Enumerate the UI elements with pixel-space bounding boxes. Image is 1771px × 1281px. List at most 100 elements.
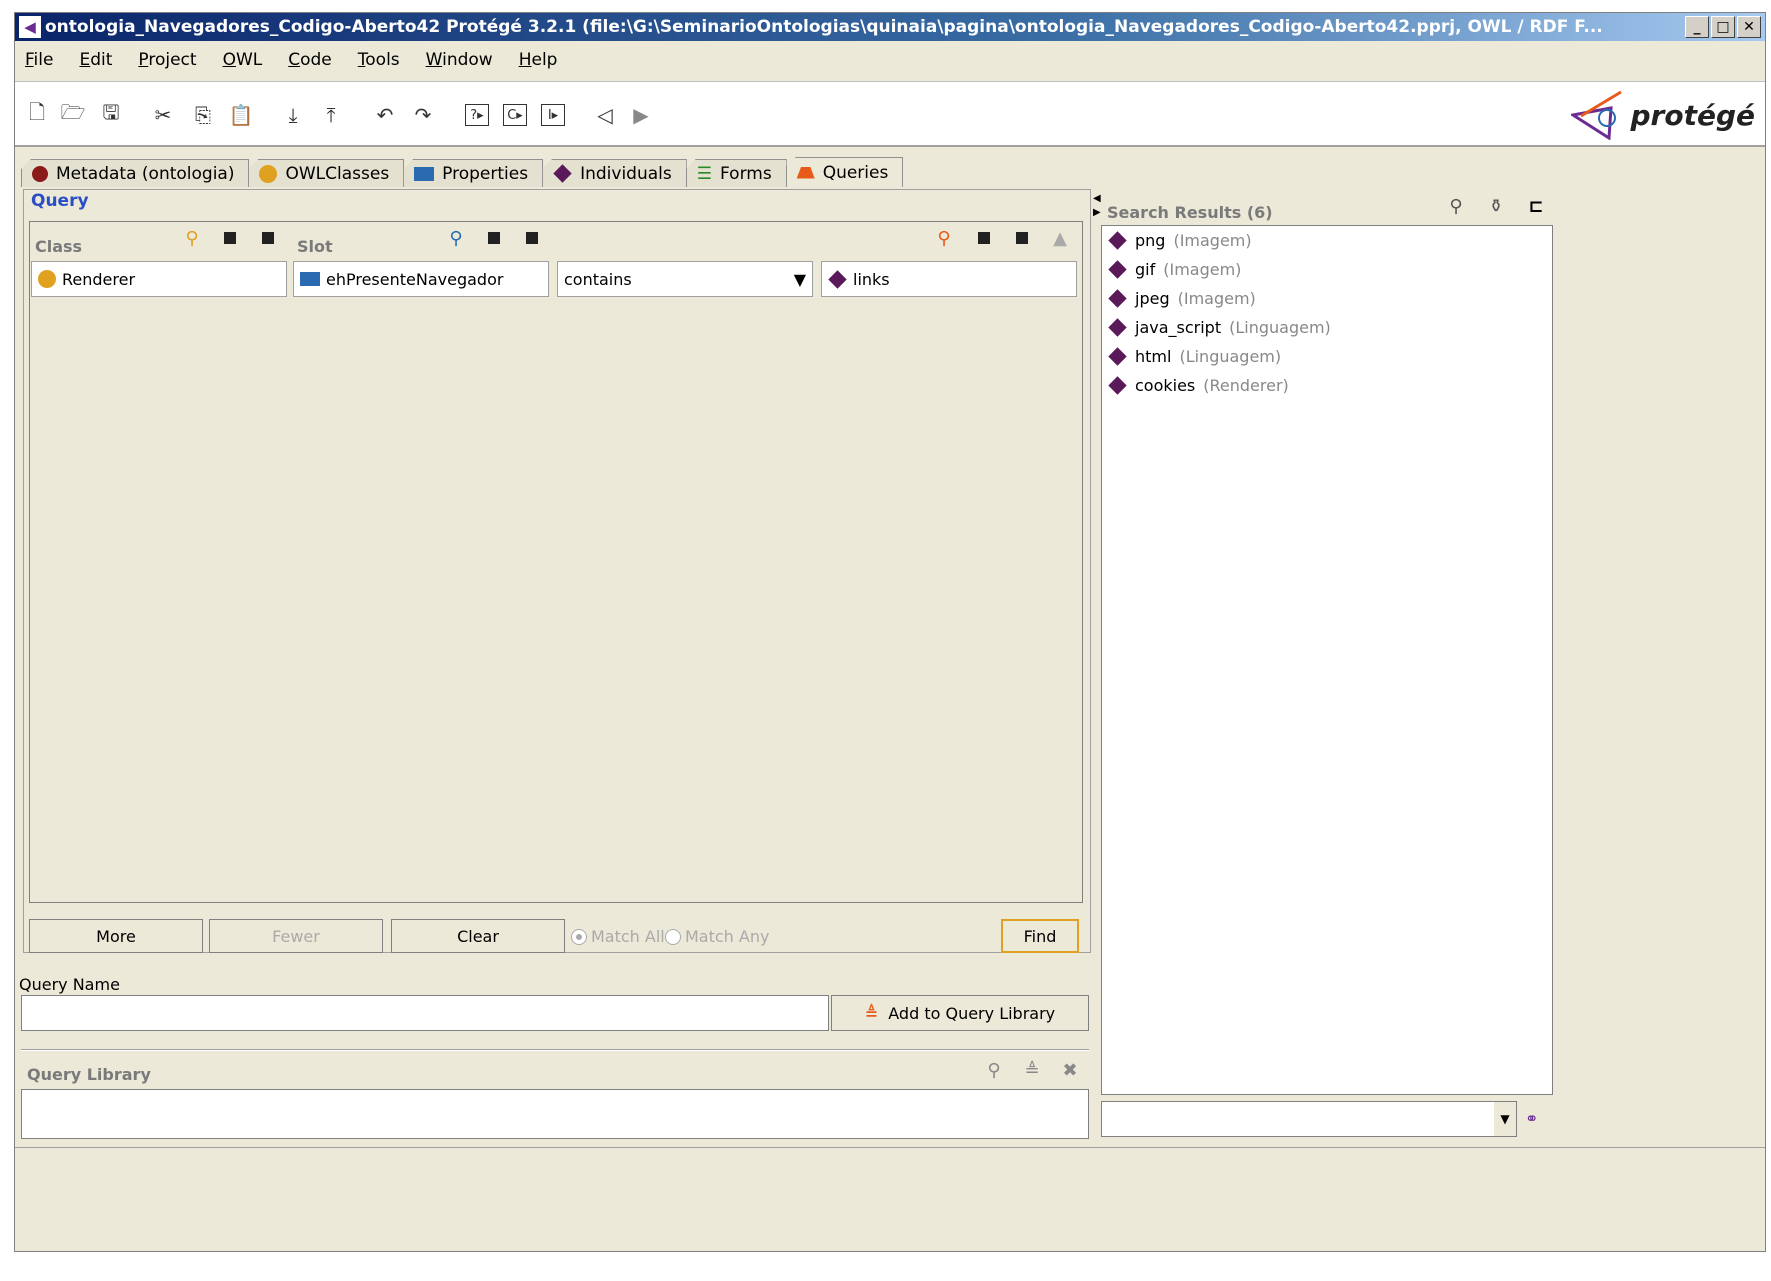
delete-query-icon[interactable]: ✖: [1059, 1059, 1081, 1081]
add-value-icon[interactable]: [973, 227, 995, 249]
query-mode-icon[interactable]: ?▸: [465, 104, 489, 126]
toolbar: 🗋 🗁 🖫 ✂ ⎘ 📋 ⤓ ⤒ ↶ ↷ ?▸ C▸ I▸ ◁ ▶ protégé: [15, 81, 1765, 147]
add-to-query-library-button[interactable]: ≜ Add to Query Library: [831, 995, 1089, 1031]
export-icon[interactable]: ⤒: [319, 102, 343, 128]
window-title: ontologia_Navegadores_Codigo-Aberto42 Pr…: [45, 17, 1603, 37]
class-field[interactable]: Renderer: [31, 261, 287, 297]
match-any-label: Match Any: [685, 927, 770, 946]
remove-slot-icon[interactable]: [521, 227, 543, 249]
tab-label: Individuals: [580, 163, 672, 184]
tab-label: Metadata (ontologia): [56, 163, 235, 184]
remove-class-icon[interactable]: [257, 227, 279, 249]
view-results-icon[interactable]: ⊏: [1525, 195, 1547, 217]
class-icon: [38, 270, 56, 288]
find-class-icon[interactable]: ⚲: [181, 227, 203, 249]
menu-help[interactable]: Help: [519, 50, 558, 70]
cut-icon[interactable]: ✂: [151, 102, 175, 128]
tab-queries[interactable]: Queries: [785, 157, 904, 187]
expand-arrow-icon[interactable]: ▶: [1093, 207, 1101, 218]
individual-icon: [828, 269, 847, 289]
redo-icon[interactable]: ↷: [411, 102, 435, 128]
list-item[interactable]: cookies (Renderer): [1102, 371, 1552, 400]
protege-app-icon: ◀: [19, 16, 41, 38]
class-mode-icon[interactable]: C▸: [503, 104, 527, 126]
match-all-label: Match All: [591, 927, 665, 946]
import-icon[interactable]: ⤓: [281, 102, 305, 128]
list-item[interactable]: png (Imagem): [1102, 226, 1552, 255]
maximize-button[interactable]: □: [1711, 16, 1735, 38]
match-all-radio[interactable]: Match All: [571, 927, 665, 946]
find-result-icon[interactable]: ⚲: [1445, 195, 1467, 217]
query-library-list[interactable]: [21, 1089, 1089, 1139]
individual-icon: [1108, 347, 1127, 366]
item-name: jpeg: [1135, 289, 1170, 308]
fewer-button[interactable]: Fewer: [209, 919, 383, 953]
tab-individuals[interactable]: Individuals: [542, 159, 687, 187]
find-slot-icon[interactable]: ⚲: [445, 227, 467, 249]
menu-project[interactable]: Project: [138, 50, 196, 70]
paste-icon[interactable]: 📋: [229, 102, 254, 128]
list-item[interactable]: jpeg (Imagem): [1102, 284, 1552, 313]
clear-value-icon[interactable]: ▲: [1049, 227, 1071, 249]
forward-arrow-icon[interactable]: ▶: [629, 102, 653, 128]
tab-label: Queries: [822, 162, 889, 183]
individual-icon: [1108, 231, 1127, 250]
search-combo[interactable]: ▼: [1101, 1101, 1517, 1137]
menu-code[interactable]: Code: [288, 50, 332, 70]
list-item[interactable]: gif (Imagem): [1102, 255, 1552, 284]
filter-results-icon[interactable]: ⚱: [1485, 195, 1507, 217]
value-field[interactable]: links: [821, 261, 1077, 297]
instance-mode-icon[interactable]: I▸: [541, 104, 565, 126]
protege-logo: protégé: [1570, 90, 1755, 140]
tab-label: Forms: [720, 163, 772, 184]
add-slot-icon[interactable]: [483, 227, 505, 249]
menu-window[interactable]: Window: [426, 50, 493, 70]
item-type: (Linguagem): [1179, 347, 1282, 366]
list-item[interactable]: html (Linguagem): [1102, 342, 1552, 371]
open-folder-icon[interactable]: 🗁: [61, 100, 86, 128]
tab-owlclasses[interactable]: OWLClasses: [248, 159, 405, 187]
operator-select[interactable]: contains ▼: [557, 261, 813, 297]
clear-button[interactable]: Clear: [391, 919, 565, 953]
green-form-icon: ☰: [696, 163, 712, 184]
back-arrow-icon[interactable]: ◁: [593, 102, 617, 128]
remove-value-icon[interactable]: [1011, 227, 1033, 249]
collapse-arrow-icon[interactable]: ◀: [1093, 193, 1101, 204]
find-button[interactable]: Find: [1001, 919, 1079, 953]
menu-tools[interactable]: Tools: [358, 50, 400, 70]
item-name: png: [1135, 231, 1166, 250]
find-value-icon[interactable]: ⚲: [933, 227, 955, 249]
query-name-input[interactable]: [21, 995, 829, 1031]
match-any-radio[interactable]: Match Any: [665, 927, 769, 946]
more-button[interactable]: More: [29, 919, 203, 953]
minimize-button[interactable]: _: [1685, 16, 1709, 38]
chevron-down-icon[interactable]: ▼: [1494, 1102, 1516, 1136]
retrieve-query-icon[interactable]: ≜: [1021, 1059, 1043, 1081]
query-library-label: Query Library: [27, 1065, 151, 1084]
new-file-icon[interactable]: 🗋: [25, 100, 49, 128]
slot-value: ehPresenteNavegador: [326, 269, 504, 289]
tab-forms[interactable]: ☰ Forms: [685, 159, 787, 187]
find-query-icon[interactable]: ⚲: [983, 1059, 1005, 1081]
title-bar[interactable]: ◀ ontologia_Navegadores_Codigo-Aberto42 …: [15, 13, 1765, 41]
individual-icon: [1108, 289, 1127, 308]
menu-file[interactable]: File: [25, 50, 53, 70]
copy-icon[interactable]: ⎘: [191, 102, 215, 128]
menu-owl[interactable]: OWL: [223, 50, 263, 70]
blue-rect-icon: [414, 166, 435, 181]
red-circle-icon: [32, 165, 48, 182]
class-value: Renderer: [62, 269, 136, 289]
binoculars-icon[interactable]: ⚭: [1525, 1109, 1538, 1128]
save-icon[interactable]: 🖫: [99, 100, 123, 128]
slot-field[interactable]: ehPresenteNavegador: [293, 261, 549, 297]
item-name: gif: [1135, 260, 1156, 279]
splitter-handle[interactable]: ◀ ▶: [1093, 189, 1101, 1189]
slot-column-header: Slot: [297, 237, 333, 256]
undo-icon[interactable]: ↶: [373, 102, 397, 128]
list-item[interactable]: java_script (Linguagem): [1102, 313, 1552, 342]
add-class-icon[interactable]: [219, 227, 241, 249]
tab-metadata[interactable]: Metadata (ontologia): [21, 159, 250, 187]
menu-edit[interactable]: Edit: [79, 50, 112, 70]
tab-properties[interactable]: Properties: [403, 159, 544, 187]
close-button[interactable]: ✕: [1737, 16, 1761, 38]
